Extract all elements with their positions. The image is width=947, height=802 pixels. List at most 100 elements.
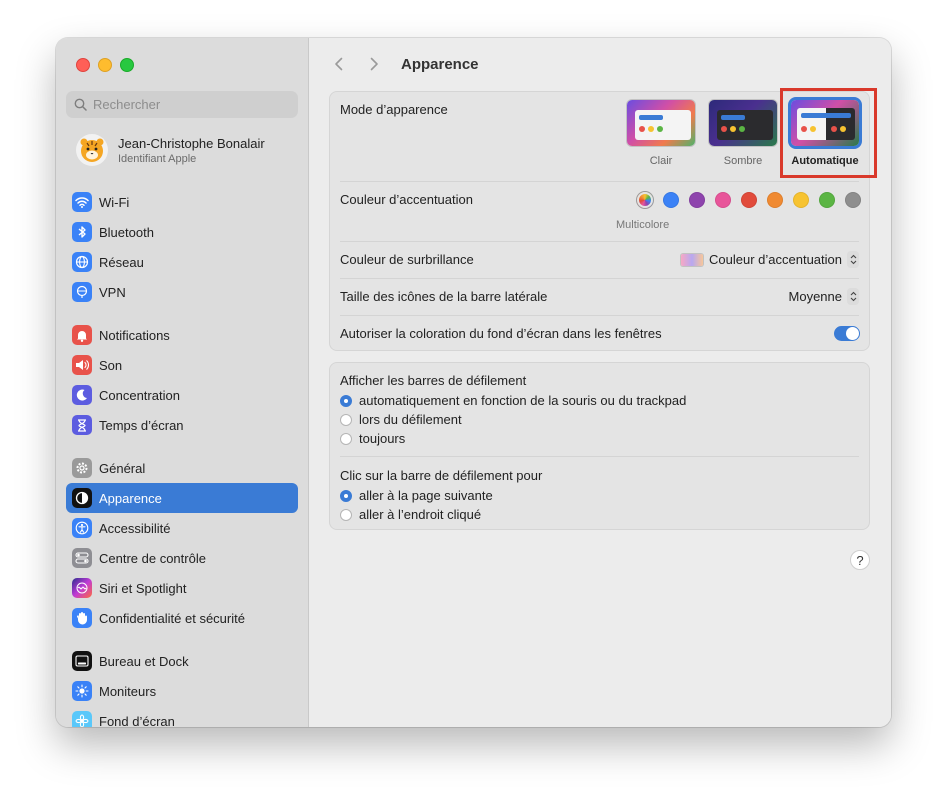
sidebar-item-focus[interactable]: Concentration [66, 380, 298, 410]
accent-swatch-purple[interactable] [689, 192, 705, 208]
nav-gap [66, 307, 298, 320]
radio-button[interactable] [340, 394, 352, 407]
settings-window: Rechercher Jean-Christophe Bonalair Iden… [56, 38, 891, 727]
auto-mode-preview [791, 100, 859, 146]
scroll-bars-option-scrolling[interactable]: lors du défilement [340, 412, 462, 427]
sidebar-item-appearance[interactable]: Apparence [66, 483, 298, 513]
radio-button[interactable] [340, 489, 352, 502]
chevron-updown-icon [847, 288, 859, 305]
sidebar-item-label: Confidentialité et sécurité [99, 610, 245, 626]
sidebar-item-privacy-security[interactable]: Confidentialité et sécurité [66, 603, 298, 633]
accent-swatch-yellow[interactable] [793, 192, 809, 208]
chevron-updown-icon [847, 251, 859, 268]
sidebar-item-label: Son [99, 357, 123, 373]
scroll-bar-settings-group: Afficher les barres de défilement automa… [329, 362, 870, 530]
sidebar-item-sound[interactable]: Son [66, 350, 298, 380]
sidebar-item-wifi[interactable]: Wi-Fi [66, 187, 298, 217]
sidebar-item-control-center[interactable]: Centre de contrôle [66, 543, 298, 573]
nav-gap [66, 633, 298, 646]
wallpaper-icon [72, 711, 92, 727]
nav-gap [66, 440, 298, 453]
highlight-color-swatch [681, 253, 704, 266]
sidebar-item-displays[interactable]: Moniteurs [66, 676, 298, 706]
sidebar-item-label: Bureau et Dock [99, 653, 189, 669]
sidebar-item-general[interactable]: Général [66, 453, 298, 483]
click-option-clicked-spot[interactable]: aller à l’endroit cliqué [340, 507, 481, 522]
accent-color-swatches [637, 192, 861, 208]
gear-icon [72, 458, 92, 478]
sidebar-item-wallpaper[interactable]: Fond d’écran [66, 706, 298, 727]
accent-swatch-pink[interactable] [715, 192, 731, 208]
divider [340, 181, 859, 182]
vpn-globe-icon [72, 282, 92, 302]
scroll-bars-option-always[interactable]: toujours [340, 431, 405, 446]
accent-swatch-graphite[interactable] [845, 192, 861, 208]
tiger-icon [80, 138, 104, 162]
appearance-option-light[interactable]: Clair [627, 100, 695, 167]
click-scroll-bar-label: Clic sur la barre de défilement pour [340, 468, 543, 483]
appearance-option-label: Automatique [791, 155, 859, 167]
dock-icon [72, 651, 92, 671]
light-mode-preview [627, 100, 695, 146]
help-button[interactable]: ? [850, 550, 870, 570]
appearance-icon [72, 488, 92, 508]
appearance-option-auto[interactable]: Automatique [791, 100, 859, 167]
accent-swatch-orange[interactable] [767, 192, 783, 208]
highlight-color-value: Couleur d’accentuation [709, 252, 842, 267]
appearance-option-dark[interactable]: Sombre [709, 100, 777, 167]
wallpaper-tinting-label: Autoriser la coloration du fond d’écran … [340, 326, 662, 341]
show-scroll-bars-label: Afficher les barres de défilement [340, 373, 527, 388]
radio-label: toujours [359, 431, 406, 446]
chevron-left-icon [334, 57, 342, 71]
sidebar-item-label: Temps d’écran [99, 417, 184, 433]
radio-button[interactable] [340, 413, 352, 426]
search-input[interactable]: Rechercher [66, 91, 298, 118]
sidebar-item-network[interactable]: Réseau [66, 247, 298, 277]
accent-swatch-red[interactable] [741, 192, 757, 208]
accessibility-icon [72, 518, 92, 538]
wallpaper-tinting-toggle[interactable] [834, 326, 860, 341]
globe-icon [72, 252, 92, 272]
sidebar-item-vpn[interactable]: VPN [66, 277, 298, 307]
sidebar-icon-size-popup[interactable]: Moyenne [789, 288, 859, 305]
apple-id-profile[interactable]: Jean-Christophe Bonalair Identifiant App… [76, 134, 265, 166]
click-option-next-page[interactable]: aller à la page suivante [340, 488, 493, 503]
radio-label: automatiquement en fonction de la souris… [359, 393, 687, 408]
highlight-color-popup[interactable]: Couleur d’accentuation [681, 251, 859, 268]
sidebar-item-accessibility[interactable]: Accessibilité [66, 513, 298, 543]
speaker-icon [72, 355, 92, 375]
accent-swatch-green[interactable] [819, 192, 835, 208]
hand-icon [72, 608, 92, 628]
zoom-button[interactable] [120, 58, 134, 72]
radio-label: aller à la page suivante [359, 488, 493, 503]
sidebar-item-desktop-dock[interactable]: Bureau et Dock [66, 646, 298, 676]
hourglass-icon [72, 415, 92, 435]
sidebar-item-label: Siri et Spotlight [99, 580, 187, 596]
search-placeholder: Rechercher [93, 97, 161, 112]
forward-button[interactable] [363, 53, 385, 75]
back-button[interactable] [327, 53, 349, 75]
sidebar-item-screen-time[interactable]: Temps d’écran [66, 410, 298, 440]
sidebar-item-label: Fond d’écran [99, 713, 175, 728]
profile-name: Jean-Christophe Bonalair [118, 135, 265, 151]
radio-label: lors du défilement [359, 412, 462, 427]
sidebar-item-label: Apparence [99, 490, 162, 506]
radio-button[interactable] [340, 508, 352, 521]
minimize-button[interactable] [98, 58, 112, 72]
divider [340, 278, 859, 279]
appearance-mode-options: Clair Sombre Automatique [627, 100, 859, 167]
accent-swatch-multicolor[interactable] [637, 192, 653, 208]
close-button[interactable] [76, 58, 90, 72]
main-pane: Apparence Mode d’apparence Clair Sombre … [309, 38, 891, 727]
sidebar-item-label: Concentration [99, 387, 180, 403]
page-title: Apparence [401, 55, 479, 73]
sidebar-item-bluetooth[interactable]: Bluetooth [66, 217, 298, 247]
radio-button[interactable] [340, 432, 352, 445]
appearance-option-label: Clair [649, 155, 673, 167]
sidebar-item-notifications[interactable]: Notifications [66, 320, 298, 350]
sidebar-item-label: Notifications [99, 327, 170, 343]
sidebar-item-label: Général [99, 460, 146, 476]
scroll-bars-option-auto[interactable]: automatiquement en fonction de la souris… [340, 393, 686, 408]
accent-swatch-blue[interactable] [663, 192, 679, 208]
sidebar-item-siri-spotlight[interactable]: Siri et Spotlight [66, 573, 298, 603]
